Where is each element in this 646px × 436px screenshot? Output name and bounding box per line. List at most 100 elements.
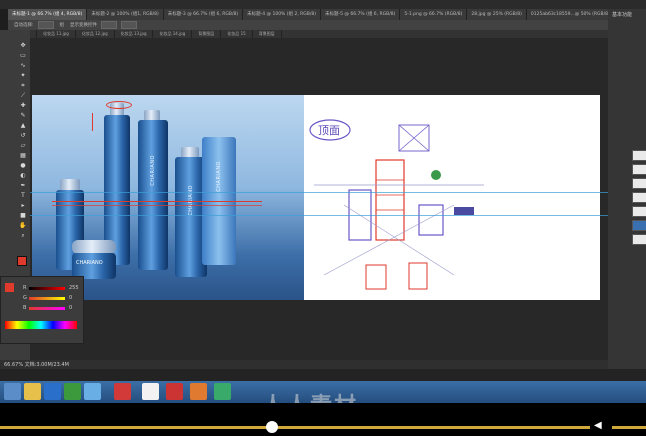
guide-line[interactable]: [30, 192, 608, 193]
color-spectrum[interactable]: [5, 321, 77, 329]
layer-thumbnail[interactable]: [632, 220, 646, 231]
layer-thumbnail[interactable]: [632, 150, 646, 161]
app-icon[interactable]: [114, 383, 131, 400]
dodge-icon[interactable]: ◐: [18, 172, 28, 180]
video-control-bar: [0, 403, 646, 436]
workspace-label[interactable]: 基本功能: [612, 11, 632, 18]
arrow-annotation: [92, 113, 93, 131]
tab-doc-3[interactable]: 未标题-3 @ 66.7% (组 6, RGB/8): [164, 9, 244, 20]
sketch-label: 顶面: [318, 124, 340, 137]
healing-icon[interactable]: ✚: [18, 102, 28, 110]
layer-thumbnail[interactable]: [632, 164, 646, 175]
chat-icon[interactable]: [84, 383, 101, 400]
g-value[interactable]: 0: [69, 295, 72, 301]
app-icon[interactable]: [214, 383, 231, 400]
color-foreground-swatch[interactable]: [5, 283, 14, 292]
tab-doc-4[interactable]: 未标题-4 @ 100% (组 2, RGB/8): [243, 9, 322, 20]
document-tabs: 未标题-1 @ 66.7% (组 4, RGB/8) 未标题-2 @ 100% …: [8, 9, 608, 20]
timeline-strip: [0, 369, 646, 381]
layer-thumbnail[interactable]: [632, 178, 646, 189]
start-icon[interactable]: [4, 383, 21, 400]
brush-icon[interactable]: ✎: [18, 112, 28, 120]
distribute-button[interactable]: [121, 21, 138, 29]
b-slider[interactable]: [29, 307, 65, 310]
foreground-color-swatch[interactable]: [17, 256, 27, 266]
tab-doc-6[interactable]: 5-1.png @ 66.7% (RGB/8): [400, 9, 468, 20]
brand-text: CHARIANO: [216, 161, 222, 192]
doc-subtab[interactable]: 化妆品 14.jpg: [153, 30, 193, 38]
stamp-icon[interactable]: ▲: [18, 122, 28, 130]
app-icon[interactable]: [142, 383, 159, 400]
crop-icon[interactable]: ⌗: [18, 82, 28, 90]
folder-icon[interactable]: [24, 383, 41, 400]
marquee-icon[interactable]: ▭: [18, 52, 28, 60]
right-panels: 基本功能: [608, 9, 646, 369]
guide-line[interactable]: [30, 215, 608, 216]
ps-icon[interactable]: [44, 383, 61, 400]
eyedropper-icon[interactable]: ⟋: [18, 92, 28, 100]
align-button[interactable]: [101, 21, 118, 29]
video-progress-track[interactable]: [0, 426, 590, 429]
b-value[interactable]: 0: [69, 305, 72, 311]
pen-icon[interactable]: ✒: [18, 182, 28, 190]
sketch-drawing: 顶面: [309, 119, 484, 290]
doc-subtab[interactable]: 背景图层: [253, 30, 282, 38]
doc-subtab[interactable]: 背景图层: [192, 30, 222, 38]
eraser-icon[interactable]: ▱: [18, 142, 28, 150]
move-icon[interactable]: ✥: [18, 42, 28, 50]
app-icon[interactable]: [190, 383, 207, 400]
color-panel: R G B 255 0 0: [0, 276, 84, 344]
r-value[interactable]: 255: [69, 285, 79, 291]
layer-thumbnail[interactable]: [632, 192, 646, 203]
doc-subtab[interactable]: 化妆品 13.jpg: [115, 30, 154, 38]
layer-thumbnail[interactable]: [632, 234, 646, 245]
gradient-icon[interactable]: ▦: [18, 152, 28, 160]
color-label-g: G: [23, 295, 27, 301]
bottle-serum: [138, 120, 168, 270]
blur-icon[interactable]: ●: [18, 162, 28, 170]
auto-select-label: 自动选择:: [14, 23, 34, 28]
jar-brand: CHARIANO: [76, 260, 103, 266]
shape-icon[interactable]: ■: [18, 212, 28, 220]
doc-subtab[interactable]: 化妆品 12.jpg: [76, 30, 115, 38]
red-guide-line: [52, 205, 262, 206]
layer-thumbnail[interactable]: [632, 206, 646, 217]
tab-doc-2[interactable]: 未标题-2 @ 100% (组1, RGB/8): [87, 9, 164, 20]
path-select-icon[interactable]: ▸: [18, 202, 28, 210]
jar-lid: [72, 240, 116, 254]
status-bar: 66.67% 文档:3.00M/23.4M: [0, 360, 608, 369]
app-icon[interactable]: [166, 383, 183, 400]
tab-doc-5[interactable]: 未标题-5 @ 66.7% (组 6, RGB/8): [321, 9, 401, 20]
product-photo[interactable]: CHARIANO CHARIANO CHARIANO CHARIANO: [32, 95, 304, 300]
lasso-icon[interactable]: ∿: [18, 62, 28, 70]
tab-doc-8[interactable]: 0125ab63c18559...@ 50% (RGB/8): [527, 9, 608, 20]
tab-doc-1[interactable]: 未标题-1 @ 66.7% (组 4, RGB/8): [8, 9, 88, 20]
auto-select-dropdown[interactable]: [37, 21, 54, 29]
status-text: 66.67% 文档:3.00M/23.4M: [4, 362, 69, 368]
ellipse-annotation: [106, 101, 132, 109]
app-menu-bar: [0, 0, 646, 9]
show-transform-option[interactable]: 显示变换控件: [70, 22, 97, 28]
color-label-r: R: [23, 285, 27, 291]
group-option[interactable]: 组: [60, 22, 65, 28]
color-label-b: B: [23, 305, 27, 311]
type-icon[interactable]: T: [18, 192, 28, 200]
g-slider[interactable]: [29, 297, 65, 300]
browser-icon[interactable]: [64, 383, 81, 400]
zoom-icon[interactable]: ⌕: [18, 232, 28, 240]
tab-doc-7[interactable]: 28.jpg @ 25% (RGB/8): [467, 9, 527, 20]
red-guide-line: [52, 201, 262, 202]
options-bar: 自动选择: 组 显示变换控件: [8, 20, 608, 30]
doc-subtab[interactable]: 化妆品 11.jpg: [37, 30, 76, 38]
brand-text: CHARIANO: [150, 155, 156, 186]
r-slider[interactable]: [29, 287, 65, 290]
history-brush-icon[interactable]: ↺: [18, 132, 28, 140]
hand-icon[interactable]: ✋: [18, 222, 28, 230]
video-progress-knob[interactable]: [266, 421, 278, 433]
magic-wand-icon[interactable]: ✦: [18, 72, 28, 80]
layer-doc-tabs: 背景图层 化妆品 11.jpg 化妆品 12.jpg 化妆品 13.jpg 化妆…: [8, 30, 608, 38]
doc-subtab[interactable]: 化妆品 15: [221, 30, 253, 38]
volume-icon[interactable]: ◀: [594, 420, 604, 432]
sketch-canvas[interactable]: 顶面: [304, 95, 600, 300]
volume-slider[interactable]: [612, 426, 646, 429]
